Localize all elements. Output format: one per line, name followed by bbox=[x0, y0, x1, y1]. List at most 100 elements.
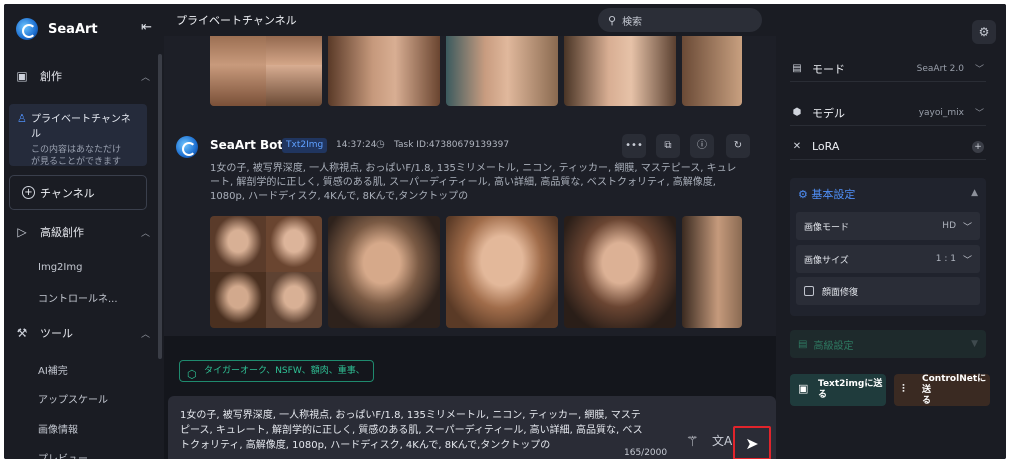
lora-row[interactable]: ✕ LoRA + bbox=[790, 134, 986, 160]
gear-icon: ⚙ bbox=[978, 25, 990, 39]
translate-image-button[interactable]: ⧉ bbox=[656, 134, 680, 158]
generated-image[interactable] bbox=[210, 36, 322, 106]
add-channel-button[interactable]: + チャンネル bbox=[9, 175, 147, 210]
checkbox[interactable] bbox=[804, 286, 814, 296]
style-chip[interactable]: ⬡ タイガーオーク、NSFW、額肉、重事、 bbox=[179, 360, 374, 382]
chevron-down-icon: ﹀ bbox=[962, 222, 972, 233]
nav-ai-complete[interactable]: AI補完 bbox=[38, 362, 68, 377]
nav-upscale[interactable]: アップスケール bbox=[38, 391, 108, 406]
generated-image[interactable] bbox=[682, 216, 742, 328]
bot-name: SeaArt Bot bbox=[210, 138, 284, 152]
basic-settings-section: ⚙ 基本設定 ▲ 画像モード HD ﹀ 画像サイズ 1 : 1 ﹀ 顔面修復 bbox=[790, 178, 986, 316]
wrench-icon: ⚒ bbox=[16, 326, 28, 340]
settings-button[interactable]: ⚙ bbox=[972, 20, 996, 44]
message-header: SeaArt Bot Txt2Img 14:37:24 ◷ Task ID:47… bbox=[176, 134, 766, 158]
private-channel-desc: この内容はあなただけ が見ることができます bbox=[31, 144, 139, 168]
generated-image[interactable] bbox=[682, 36, 742, 106]
send-to-controlnet-line1: ControlNetに送 bbox=[922, 373, 987, 395]
nav-preview[interactable]: プレビュー bbox=[38, 450, 88, 459]
send-to-controlnet-button[interactable]: ⫶ ControlNetに送 る bbox=[894, 374, 990, 406]
mode-icon: ▤ bbox=[792, 63, 802, 74]
search-input[interactable]: ⚲ 検索 bbox=[598, 8, 762, 32]
cube-icon: ⬢ bbox=[792, 107, 802, 118]
info-button[interactable]: ⓘ bbox=[690, 134, 714, 158]
txt2img-badge: Txt2Img bbox=[282, 138, 328, 153]
send-button[interactable]: ➤ bbox=[733, 426, 771, 459]
send-to-txt2img-label: Text2imgに送る bbox=[818, 379, 883, 400]
nav-image-info[interactable]: 画像情報 bbox=[38, 421, 78, 436]
image-icon: ▣ bbox=[798, 382, 809, 395]
private-channel-desc-line2: が見ることができます bbox=[31, 157, 122, 167]
model-select[interactable]: ⬢ モデル yayoi_mix ﹀ bbox=[790, 100, 986, 126]
chevron-down-icon: ﹀ bbox=[974, 109, 984, 119]
brand[interactable]: SeaArt ⇤ bbox=[16, 14, 156, 44]
advanced-settings-section[interactable]: ▤ 高級設定 ▼ bbox=[790, 330, 986, 358]
model-label: モデル bbox=[812, 106, 845, 120]
generated-image[interactable] bbox=[564, 36, 676, 106]
image-translate-icon: ⧉ bbox=[664, 140, 672, 151]
cube-icon: ⬡ bbox=[187, 368, 197, 381]
send-to-txt2img-button[interactable]: ▣ Text2imgに送る bbox=[790, 374, 886, 406]
nav-controlnet[interactable]: コントロールネ... bbox=[38, 290, 118, 305]
sidebar: SeaArt ⇤ ▣ 創作 ︿ ♙ プライベートチャンネル この内容はあなただけ… bbox=[4, 4, 164, 459]
prompt-input-text[interactable]: 1女の子, 被写界深度, 一人称視点, おっぱいF/1.8, 135ミリメートル… bbox=[180, 408, 650, 453]
more-button[interactable]: ••• bbox=[622, 134, 646, 158]
nav-create-label: 創作 bbox=[40, 70, 62, 83]
mode-select[interactable]: ▤ モード SeaArt 2.0 ﹀ bbox=[790, 56, 986, 82]
more-icon: ••• bbox=[625, 140, 643, 151]
generated-image[interactable] bbox=[446, 216, 558, 328]
generated-image-grid[interactable] bbox=[210, 216, 322, 328]
image-size-label: 画像サイズ bbox=[804, 255, 849, 266]
character-counter: 165/2000 bbox=[624, 448, 668, 458]
collapse-sidebar-icon[interactable]: ⇤ bbox=[141, 20, 152, 35]
mode-value: SeaArt 2.0 bbox=[916, 63, 964, 74]
seaart-logo bbox=[16, 18, 38, 40]
info-icon: ⓘ bbox=[697, 140, 707, 151]
generated-image[interactable] bbox=[446, 36, 558, 106]
plus-icon: + bbox=[22, 186, 35, 199]
nav-advanced[interactable]: ▷ 高級創作 ︿ bbox=[14, 219, 154, 245]
settings-panel: ⚙ ▤ モード SeaArt 2.0 ﹀ ⬢ モデル yayoi_mix ﹀ ✕… bbox=[776, 4, 1006, 459]
send-to-controlnet-label: ControlNetに送 る bbox=[922, 374, 990, 407]
nav-create[interactable]: ▣ 創作 ︿ bbox=[14, 63, 154, 89]
basic-settings-header[interactable]: ⚙ 基本設定 bbox=[798, 186, 855, 202]
chevron-up-icon[interactable]: ▲ bbox=[971, 188, 978, 198]
nav-advanced-label: 高級創作 bbox=[40, 226, 84, 239]
face-fix-checkbox[interactable]: 顔面修復 bbox=[796, 277, 980, 305]
translate-icon[interactable]: 文A bbox=[712, 432, 732, 449]
search-icon: ⚲ bbox=[608, 13, 617, 27]
nav-img2img[interactable]: Img2Img bbox=[38, 262, 82, 273]
play-icon: ▷ bbox=[17, 225, 27, 239]
add-lora-icon[interactable]: + bbox=[972, 140, 984, 153]
add-channel-label: チャンネル bbox=[40, 186, 95, 200]
generated-image[interactable] bbox=[328, 216, 440, 328]
private-channel-card[interactable]: ♙ プライベートチャンネル この内容はあなただけ が見ることができます bbox=[9, 104, 147, 168]
prompt-input[interactable]: 1女の子, 被写界深度, 一人称視点, おっぱいF/1.8, 135ミリメートル… bbox=[168, 396, 776, 459]
magic-wand-icon[interactable]: ⚚ bbox=[686, 434, 699, 450]
nav-tools-label: ツール bbox=[40, 327, 73, 340]
image-mode-label: 画像モード bbox=[804, 222, 850, 233]
generated-image[interactable] bbox=[564, 216, 676, 328]
chevron-up-icon: ︿ bbox=[140, 72, 150, 83]
search-placeholder: 検索 bbox=[622, 16, 643, 28]
image-mode-value: HD bbox=[942, 221, 956, 231]
generated-image[interactable] bbox=[328, 36, 440, 106]
nav-tools[interactable]: ⚒ ツール ︿ bbox=[14, 320, 154, 346]
image-icon: ▣ bbox=[16, 69, 28, 83]
advanced-icon: ▤ bbox=[798, 338, 808, 350]
chat-area: SeaArt Bot Txt2Img 14:37:24 ◷ Task ID:47… bbox=[164, 36, 776, 336]
clock-icon: ◷ bbox=[376, 139, 385, 150]
basic-settings-label: 基本設定 bbox=[811, 188, 856, 201]
private-channel-desc-line1: この内容はあなただけ bbox=[31, 145, 122, 155]
bot-avatar bbox=[176, 136, 198, 158]
chevron-up-icon: ︿ bbox=[140, 329, 150, 340]
lora-label: LoRA bbox=[812, 140, 840, 153]
image-size-select[interactable]: 画像サイズ 1 : 1 ﹀ bbox=[796, 245, 980, 273]
refresh-icon: ↻ bbox=[733, 140, 743, 151]
regenerate-button[interactable]: ↻ bbox=[726, 134, 750, 158]
model-value: yayoi_mix bbox=[918, 107, 964, 118]
sidebar-scrollbar[interactable] bbox=[158, 54, 162, 359]
image-mode-select[interactable]: 画像モード HD ﹀ bbox=[796, 212, 980, 240]
chevron-down-icon: ﹀ bbox=[974, 65, 984, 75]
style-chip-label: タイガーオーク、NSFW、額肉、重事、 bbox=[204, 366, 365, 376]
